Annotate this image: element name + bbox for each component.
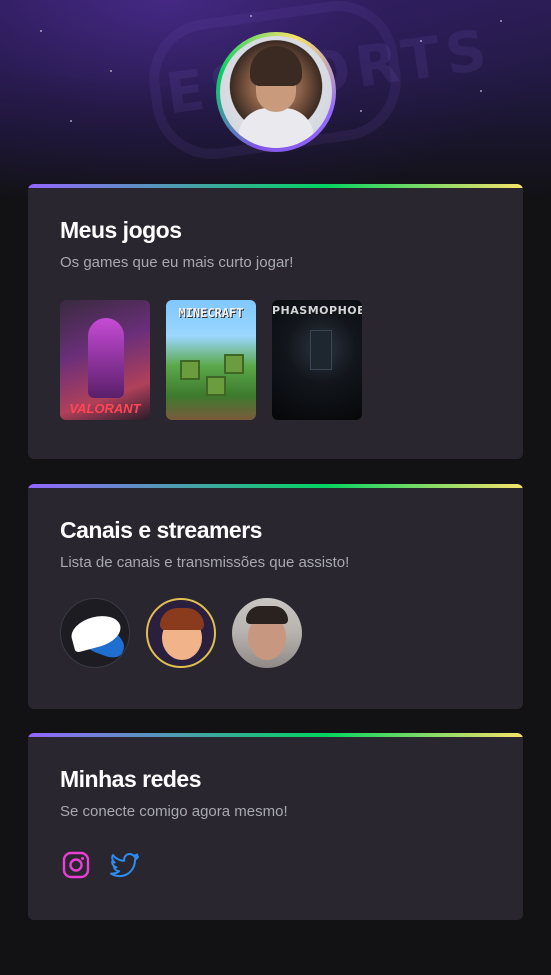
game-phasmophobia[interactable]: PHASMOPHOBIA [272,300,362,420]
instagram-icon[interactable] [62,851,90,879]
game-title-phasmophobia: PHASMOPHOBIA [272,304,362,317]
profile-avatar [220,36,332,148]
streamer-avatar-1[interactable] [60,598,130,668]
streamer-avatar-2[interactable] [146,598,216,668]
twitter-icon[interactable] [110,851,139,879]
games-subtitle: Os games que eu mais curto jogar! [60,254,294,271]
social-title: Minhas redes [60,766,202,792]
games-card: Meus jogos Os games que eu mais curto jo… [28,184,523,459]
valorant-character-image [88,318,124,398]
game-valorant[interactable]: VALORANT [60,300,150,420]
streamers-subtitle: Lista de canais e transmissões que assis… [60,554,350,571]
streamer-avatar-3[interactable] [232,598,302,668]
games-title: Meus jogos [60,217,182,243]
social-subtitle: Se conecte comigo agora mesmo! [60,803,288,820]
streamers-card: Canais e streamers Lista de canais e tra… [28,484,523,709]
phasmophobia-hallway-image [310,330,332,370]
game-title-valorant: VALORANT [69,401,141,416]
profile-avatar-ring [216,32,336,152]
streamers-title: Canais e streamers [60,517,262,543]
game-title-minecraft: MINECRAFT [178,306,244,320]
game-minecraft[interactable]: MINECRAFT [166,300,256,420]
social-card: Minhas redes Se conecte comigo agora mes… [28,733,523,920]
